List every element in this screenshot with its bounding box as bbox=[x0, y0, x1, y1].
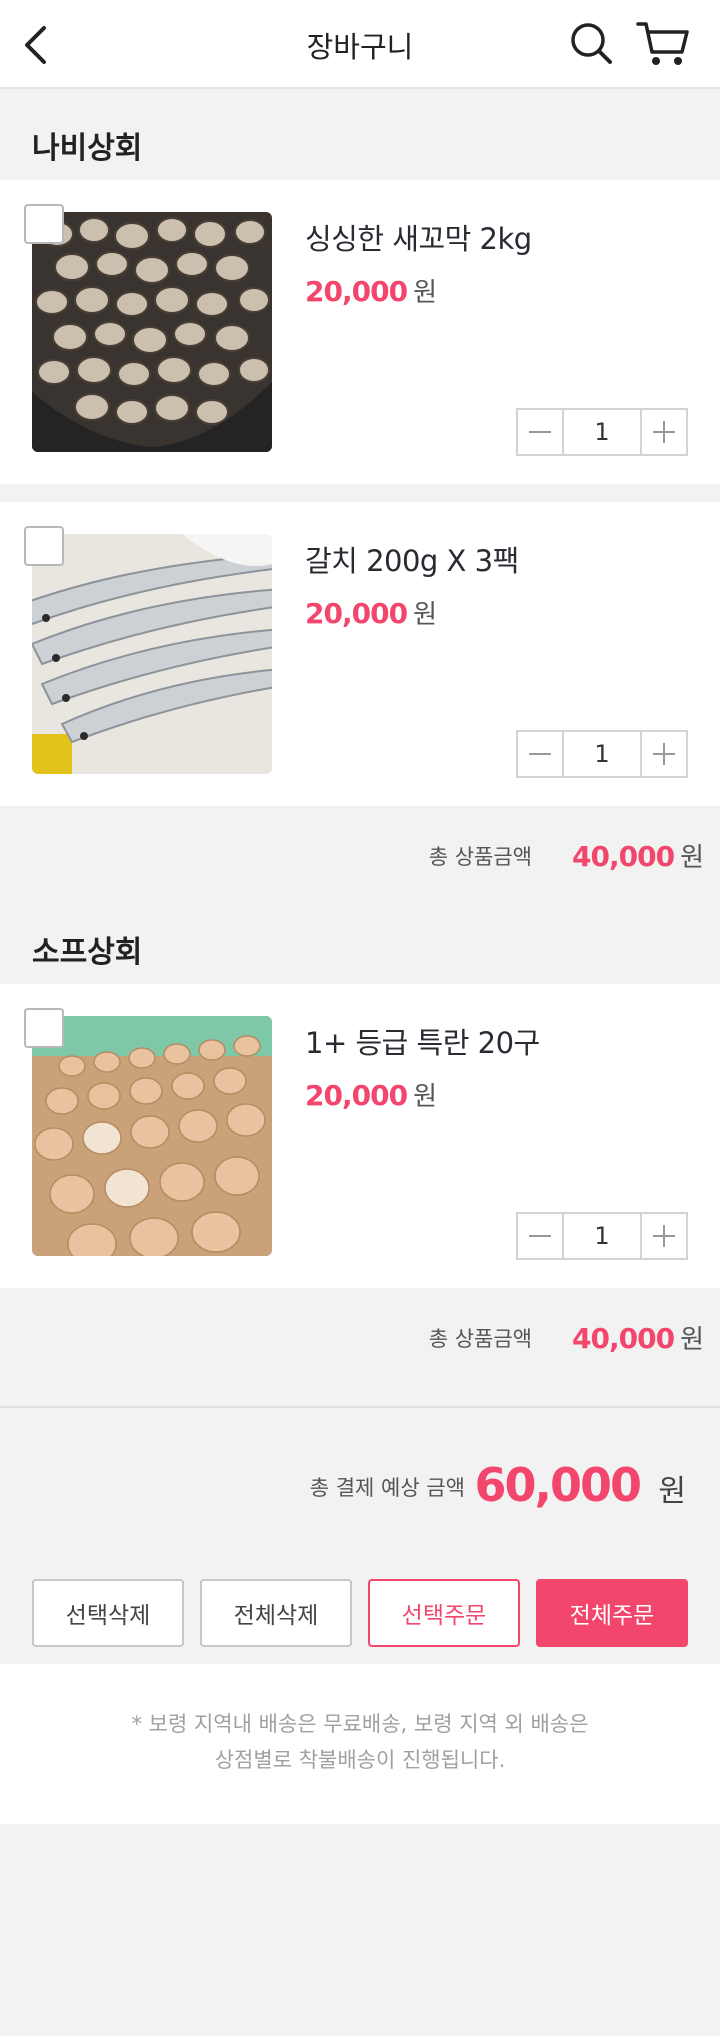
subtotal-value: 40,000 bbox=[572, 1322, 675, 1355]
quantity-stepper: 1 bbox=[516, 408, 688, 456]
product-price: 20,000 원 bbox=[305, 594, 437, 631]
shop-subtotal: 총 상품금액 40,000 원 bbox=[0, 822, 720, 892]
decrease-button[interactable] bbox=[518, 732, 564, 776]
quantity-value: 1 bbox=[594, 740, 610, 768]
item-checkbox[interactable] bbox=[24, 526, 64, 566]
total-unit: 원 bbox=[658, 1474, 686, 1509]
shop-subtotal: 총 상품금액 40,000 원 bbox=[0, 1304, 720, 1374]
subtotal-label: 총 상품금액 bbox=[428, 1327, 532, 1351]
plus-icon-vertical bbox=[663, 1225, 665, 1247]
cart-actions: 선택삭제 전체삭제 선택주문 전체주문 bbox=[32, 1579, 688, 1647]
increase-button[interactable] bbox=[640, 732, 686, 776]
quantity-value: 1 bbox=[594, 1222, 610, 1250]
quantity-value: 1 bbox=[594, 418, 610, 446]
delete-all-button[interactable]: 전체삭제 bbox=[200, 1579, 352, 1647]
price-value: 20,000 bbox=[305, 275, 408, 308]
product-name[interactable]: 갈치 200g X 3팩 bbox=[305, 538, 519, 580]
minus-icon bbox=[529, 753, 551, 755]
price-value: 20,000 bbox=[305, 1079, 408, 1112]
total-label: 총 결제 예상 금액 bbox=[309, 1476, 465, 1500]
quantity-stepper: 1 bbox=[516, 730, 688, 778]
item-checkbox[interactable] bbox=[24, 1008, 64, 1048]
cart-item: 싱싱한 새꼬막 2kg 20,000 원 1 bbox=[0, 180, 720, 484]
cart-item: 1+ 등급 특란 20구 20,000 원 1 bbox=[0, 984, 720, 1288]
search-icon[interactable] bbox=[568, 20, 614, 66]
product-image-hairtail bbox=[32, 534, 272, 774]
increase-button[interactable] bbox=[640, 410, 686, 454]
total-amount: 60,000 bbox=[474, 1458, 642, 1512]
order-selected-button[interactable]: 선택주문 bbox=[368, 1579, 520, 1647]
product-name[interactable]: 싱싱한 새꼬막 2kg bbox=[305, 216, 532, 258]
price-unit: 원 bbox=[413, 278, 437, 308]
notice-line-1: * 보령 지역내 배송은 무료배송, 보령 지역 외 배송은 bbox=[131, 1712, 589, 1736]
total-payment: 총 결제 예상 금액 60,000 원 bbox=[0, 1458, 720, 1518]
minus-icon bbox=[529, 431, 551, 433]
subtotal-amount: 40,000 원 bbox=[572, 822, 704, 893]
item-checkbox[interactable] bbox=[24, 204, 64, 244]
subtotal-value: 40,000 bbox=[572, 840, 675, 873]
plus-icon-vertical bbox=[663, 743, 665, 765]
product-image-eggs bbox=[32, 1016, 272, 1256]
subtotal-amount: 40,000 원 bbox=[572, 1304, 704, 1375]
delivery-notice: * 보령 지역내 배송은 무료배송, 보령 지역 외 배송은 상점별로 착불배송… bbox=[0, 1664, 720, 1824]
plus-icon-vertical bbox=[663, 421, 665, 443]
product-price: 20,000 원 bbox=[305, 272, 437, 309]
notice-line-2: 상점별로 착불배송이 진행됩니다. bbox=[214, 1748, 506, 1772]
section-divider bbox=[0, 1406, 720, 1408]
shop-name: 나비상회 bbox=[32, 131, 143, 166]
product-image-cockles bbox=[32, 212, 272, 452]
cart-item: 갈치 200g X 3팩 20,000 원 1 bbox=[0, 502, 720, 806]
decrease-button[interactable] bbox=[518, 1214, 564, 1258]
price-value: 20,000 bbox=[305, 597, 408, 630]
delete-selected-button[interactable]: 선택삭제 bbox=[32, 1579, 184, 1647]
top-header: 장바구니 bbox=[0, 0, 720, 89]
product-name[interactable]: 1+ 등급 특란 20구 bbox=[305, 1020, 540, 1062]
price-unit: 원 bbox=[413, 600, 437, 630]
price-unit: 원 bbox=[413, 1082, 437, 1112]
order-all-button[interactable]: 전체주문 bbox=[536, 1579, 688, 1647]
minus-icon bbox=[529, 1235, 551, 1237]
subtotal-unit: 원 bbox=[680, 843, 704, 873]
subtotal-label: 총 상품금액 bbox=[428, 845, 532, 869]
subtotal-unit: 원 bbox=[680, 1325, 704, 1355]
cart-icon[interactable] bbox=[636, 18, 690, 68]
decrease-button[interactable] bbox=[518, 410, 564, 454]
product-price: 20,000 원 bbox=[305, 1076, 437, 1113]
shop-name: 소프상회 bbox=[32, 935, 143, 970]
increase-button[interactable] bbox=[640, 1214, 686, 1258]
quantity-stepper: 1 bbox=[516, 1212, 688, 1260]
